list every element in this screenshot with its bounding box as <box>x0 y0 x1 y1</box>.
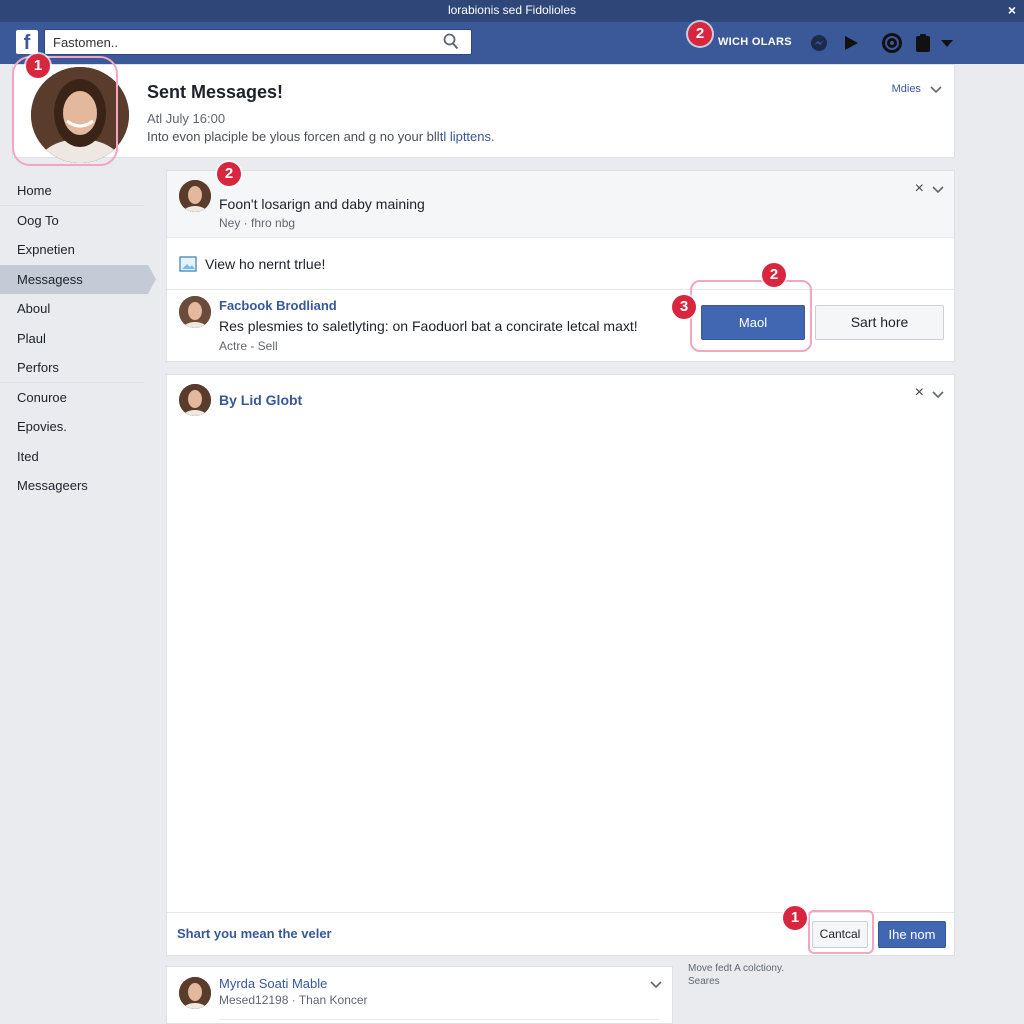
sidebar-item-oog-to[interactable]: Oog To <box>0 206 144 236</box>
search-input[interactable] <box>45 30 425 54</box>
mail-button[interactable]: Maol <box>701 305 805 340</box>
sart-hore-button[interactable]: Sart hore <box>815 305 944 340</box>
top-navigation-bar: f WICH OLARS <box>0 22 1024 64</box>
notice-text: View ho nernt trlue! <box>205 256 326 272</box>
search-box[interactable] <box>44 29 472 55</box>
compose-title[interactable]: By Lid Globt <box>219 392 302 408</box>
close-icon[interactable]: × <box>915 180 924 198</box>
contact-meta: Mesed12198 · Than Koncer <box>219 993 368 1007</box>
conversation-title: Foon't losarign and daby maining <box>219 196 425 212</box>
message-sender[interactable]: Facbook Brodliand <box>219 298 337 313</box>
message-text: Res plesmies to saletlyting: on Faoduorl… <box>219 318 638 334</box>
window-title-bar: lorabionis sed Fidolioles × <box>0 0 1024 22</box>
conversation-header: Foon't losarign and daby maining Ney · f… <box>167 171 954 238</box>
nav-link[interactable]: WICH OLARS <box>718 36 792 48</box>
avatar[interactable] <box>179 384 211 416</box>
profile-header-card: Sent Messages! Atl July 16:00 Into evon … <box>12 64 955 163</box>
chevron-down-icon[interactable] <box>932 184 944 194</box>
sidebar-item-about[interactable]: Aboul <box>0 294 144 324</box>
sidebar-item-conuroe[interactable]: Conuroe <box>0 383 144 413</box>
annotation-badge: 2 <box>762 263 786 287</box>
post-timestamp: Atl July 16:00 <box>147 111 226 126</box>
close-icon[interactable]: × <box>915 384 924 402</box>
annotation-badge: 2 <box>688 22 712 46</box>
chevron-down-icon[interactable] <box>650 979 662 989</box>
avatar[interactable] <box>179 296 211 328</box>
compose-footer: Shart you mean the veler Cantcal Ihe nom <box>167 912 954 955</box>
sidebar-item-perfors[interactable]: Perfors <box>0 353 144 383</box>
side-note-line: Seares <box>688 976 720 987</box>
cancel-button[interactable]: Cantcal <box>812 921 868 948</box>
compose-panel: By Lid Globt × Shart you mean the veler … <box>166 374 955 956</box>
chevron-down-icon <box>930 86 942 94</box>
annotation-badge: 1 <box>26 54 50 78</box>
annotation-badge: 2 <box>217 162 241 186</box>
side-note: Move fedt A colctiony. Seares <box>688 962 784 988</box>
profile-description: Into evon placiple be ylous forcen and g… <box>147 129 495 144</box>
sidebar-item-expnetien[interactable]: Expnetien <box>0 235 144 265</box>
window-title: lorabionis sed Fidolioles <box>447 3 577 17</box>
sidebar-item-messages[interactable]: Messagess <box>0 264 156 294</box>
avatar[interactable] <box>179 977 211 1009</box>
message-meta: Actre - Sell <box>219 339 278 353</box>
divider <box>167 289 954 290</box>
clipboard-icon[interactable] <box>914 33 932 53</box>
description-text: Into evon placiple be ylous forcen and g… <box>147 129 440 144</box>
chevron-down-icon[interactable] <box>932 389 944 399</box>
image-icon <box>179 256 197 272</box>
profile-menu-label: Mdies <box>891 83 921 95</box>
page-title: Sent Messages! <box>147 82 284 102</box>
facebook-logo-icon[interactable]: f <box>16 30 38 54</box>
message-list-item[interactable]: Myrda Soati Mable Mesed12198 · Than Konc… <box>166 966 673 1024</box>
conversation-meta: Ney · fhro nbg <box>219 216 296 230</box>
profile-avatar[interactable] <box>31 67 129 163</box>
sidebar-item-epovies[interactable]: Epovies. <box>0 412 144 442</box>
profile-menu-dropdown[interactable]: Mdies <box>892 83 942 95</box>
sidebar-item-messageers[interactable]: Messageers <box>0 471 144 501</box>
left-sidebar: Home Oog To Expnetien Messagess Aboul Pl… <box>0 176 160 501</box>
avatar[interactable] <box>179 180 211 212</box>
divider <box>219 1019 659 1020</box>
submit-button[interactable]: Ihe nom <box>878 921 946 948</box>
messenger-icon[interactable] <box>809 33 829 53</box>
description-link[interactable]: tl lipttens. <box>440 129 495 144</box>
globe-icon[interactable] <box>880 31 904 55</box>
footer-text[interactable]: Shart you mean the veler <box>177 926 332 941</box>
side-note-line: Move fedt A colctiony. <box>688 963 784 974</box>
conversation-panel: Foon't losarign and daby maining Ney · f… <box>166 170 955 362</box>
caret-down-icon[interactable] <box>940 33 954 53</box>
annotation-badge: 1 <box>783 906 807 930</box>
annotation-badge: 3 <box>672 295 696 319</box>
sidebar-item-plaul[interactable]: Plaul <box>0 324 144 354</box>
sidebar-item-ited[interactable]: Ited <box>0 442 144 472</box>
play-icon[interactable] <box>841 33 861 53</box>
window-close-icon[interactable]: × <box>1008 2 1016 18</box>
sidebar-item-home[interactable]: Home <box>0 176 144 206</box>
contact-name[interactable]: Myrda Soati Mable <box>219 976 327 991</box>
search-icon[interactable] <box>443 33 459 51</box>
